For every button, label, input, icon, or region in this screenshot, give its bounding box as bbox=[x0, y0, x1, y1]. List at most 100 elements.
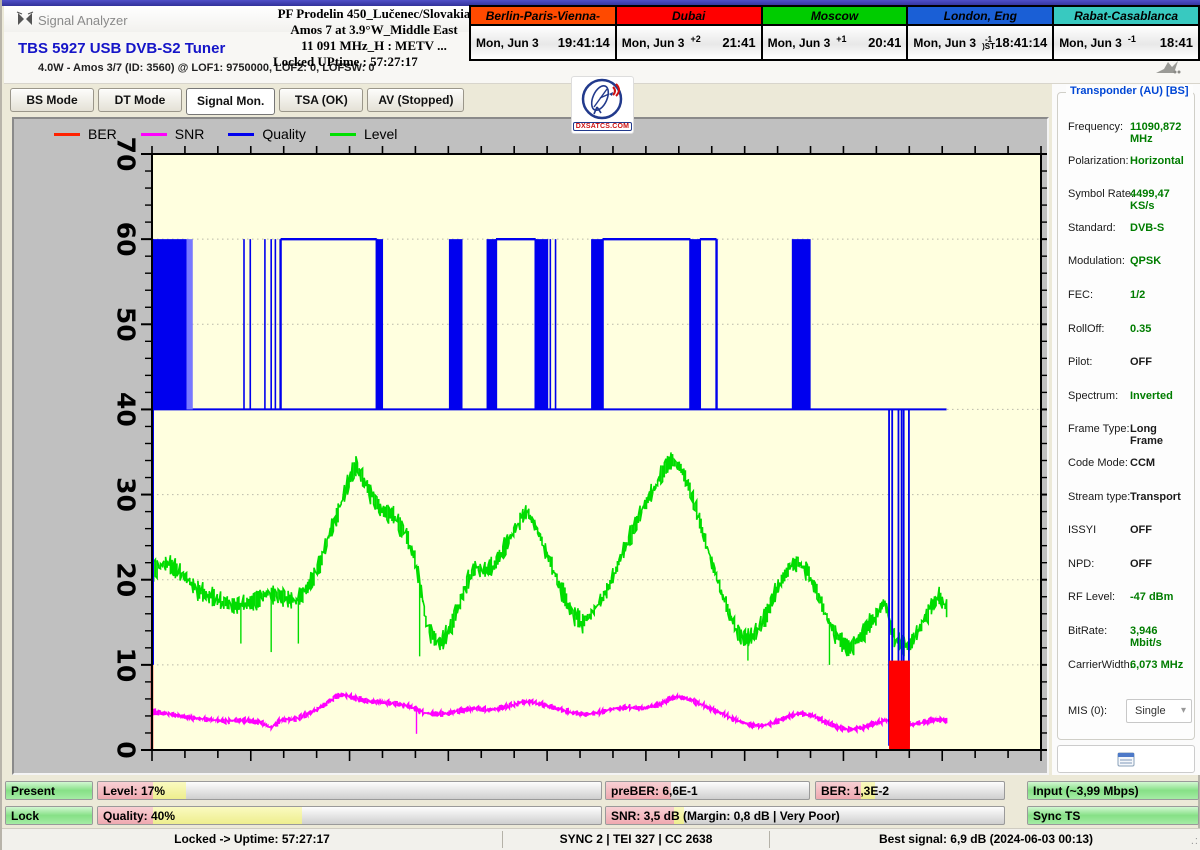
transponder-value: OFF bbox=[1130, 356, 1152, 368]
meter-label: Level: 17% bbox=[103, 784, 165, 798]
list-panel-icon bbox=[1117, 752, 1135, 767]
transponder-label: Frame Type: bbox=[1068, 423, 1130, 435]
clock-city: London, Eng bbox=[908, 7, 1052, 26]
meter-label: Input (~3,99 Mbps) bbox=[1033, 784, 1139, 798]
clock-time: 21:41 bbox=[722, 35, 755, 50]
transponder-value: 4499,47 KS/s bbox=[1130, 188, 1188, 212]
transponder-row: Modulation:QPSK bbox=[1068, 255, 1188, 267]
transponder-label: CarrierWidth: bbox=[1068, 659, 1133, 671]
svg-text:50: 50 bbox=[112, 307, 141, 342]
transponder-row: FEC: 1/2 bbox=[1068, 289, 1188, 301]
signal-chart-widget: BERSNRQualityLevel 010203040506070 bbox=[12, 117, 1049, 775]
meter-label: BER: 1,3E-2 bbox=[821, 784, 889, 798]
transponder-value: DVB-S bbox=[1130, 222, 1164, 234]
transponder-value: Horizontal bbox=[1130, 155, 1184, 167]
transponder-row: CarrierWidth:6,073 MHz bbox=[1068, 659, 1188, 671]
clock-date: Mon, Jun 3 bbox=[768, 36, 831, 50]
transponder-label: Symbol Rate: bbox=[1068, 188, 1134, 200]
svg-text:60: 60 bbox=[112, 222, 141, 257]
meter-fill-yellow bbox=[153, 807, 301, 824]
transponder-value: 1/2 bbox=[1130, 289, 1145, 301]
transponder-label: Standard: bbox=[1068, 222, 1116, 234]
meter-lock: Lock bbox=[5, 806, 93, 825]
transponder-value: 3,946 Mbit/s bbox=[1130, 625, 1188, 649]
mis-label: MIS (0): bbox=[1068, 705, 1107, 717]
transponder-title: Transponder (AU) [BS] bbox=[1066, 85, 1193, 97]
tab-av-stopped[interactable]: AV (Stopped) bbox=[367, 88, 464, 112]
transponder-value: OFF bbox=[1130, 524, 1152, 536]
meter-quality: Quality: 40% bbox=[97, 806, 602, 825]
transponder-label: Code Mode: bbox=[1068, 457, 1128, 469]
transponder-value: 0.35 bbox=[1130, 323, 1151, 335]
transponder-label: FEC: bbox=[1068, 289, 1093, 301]
clock-time-row: Mon, Jun 319:41:14 bbox=[471, 26, 615, 59]
transponder-value: 11090,872 MHz bbox=[1130, 121, 1188, 145]
logo-text: DXSATCS.COM bbox=[573, 122, 632, 131]
mis-row: MIS (0): Single ▾ bbox=[1068, 705, 1190, 717]
transponder-label: BitRate: bbox=[1068, 625, 1107, 637]
transponder-value: CCM bbox=[1130, 457, 1155, 469]
meter-present: Present bbox=[5, 781, 93, 800]
world-clocks: Berlin-Paris-Vienna-RomaMon, Jun 319:41:… bbox=[469, 5, 1200, 61]
corner-hand-icon bbox=[1152, 57, 1182, 82]
clock-time-row: Mon, Jun 3+120:41 bbox=[763, 26, 907, 59]
transponder-label: Frequency: bbox=[1068, 121, 1123, 133]
svg-text:40: 40 bbox=[112, 392, 141, 427]
clock-cell: Berlin-Paris-Vienna-RomaMon, Jun 319:41:… bbox=[471, 7, 617, 59]
meter-preber: preBER: 6,6E-1 bbox=[605, 781, 810, 800]
clock-city: Berlin-Paris-Vienna-Roma bbox=[471, 7, 615, 26]
transponder-value: OFF bbox=[1130, 558, 1152, 570]
clock-cell: Rabat-CasablancaMon, Jun 3-118:41 bbox=[1054, 7, 1198, 59]
transponder-value: 6,073 MHz bbox=[1130, 659, 1183, 671]
transponder-label: NPD: bbox=[1068, 558, 1094, 570]
statusbar-sync-info: SYNC 2 | TEI 327 | CC 2638 bbox=[503, 829, 769, 850]
meter-label: preBER: 6,6E-1 bbox=[611, 784, 698, 798]
clock-utc-offset: +1 bbox=[836, 34, 846, 44]
tab-tsa-ok[interactable]: TSA (OK) bbox=[279, 88, 363, 112]
mis-select[interactable]: Single ▾ bbox=[1126, 699, 1192, 723]
transponder-label: Stream type: bbox=[1068, 491, 1130, 503]
transponder-row: Code Mode:CCM bbox=[1068, 457, 1188, 469]
transponder-row: Stream type:Transport bbox=[1068, 491, 1188, 503]
clock-date: Mon, Jun 3 bbox=[913, 36, 976, 50]
resize-grip[interactable]: .: bbox=[1191, 835, 1199, 847]
tab-dt-mode[interactable]: DT Mode bbox=[98, 88, 182, 112]
transponder-value: QPSK bbox=[1130, 255, 1161, 267]
window-title: Signal Analyzer bbox=[38, 13, 128, 28]
svg-text:20: 20 bbox=[112, 562, 141, 597]
transponder-value: Long Frame bbox=[1130, 423, 1188, 447]
transponder-row: Polarization:Horizontal bbox=[1068, 155, 1188, 167]
meter-label: Sync TS bbox=[1033, 809, 1080, 823]
transponder-row: NPD: OFF bbox=[1068, 558, 1188, 570]
transponder-label: RollOff: bbox=[1068, 323, 1104, 335]
clock-time: 18:41 bbox=[1160, 35, 1193, 50]
transponder-sidebar: Transponder (AU) [BS] Frequency: 11090,87… bbox=[1052, 84, 1200, 775]
mode-tabs: BS ModeDT ModeSignal Mon.TSA (OK)AV (Sto… bbox=[10, 88, 464, 114]
transponder-value: -47 dBm bbox=[1130, 591, 1173, 603]
clock-utc-offset: +2 bbox=[690, 34, 700, 44]
transponder-row: Frame Type:Long Frame bbox=[1068, 423, 1188, 435]
stream-list-button[interactable] bbox=[1057, 745, 1195, 773]
clock-city: Rabat-Casablanca bbox=[1054, 7, 1198, 26]
status-bar: Locked -> Uptime: 57:27:17 SYNC 2 | TEI … bbox=[2, 828, 1200, 850]
transponder-row: BitRate:3,946 Mbit/s bbox=[1068, 625, 1188, 637]
chevron-down-icon: ▾ bbox=[1181, 700, 1186, 722]
site-info-line: Locked UPtime : 57:27:17 bbox=[269, 54, 479, 70]
tab-signal-mon[interactable]: Signal Mon. bbox=[186, 88, 275, 115]
svg-text:10: 10 bbox=[112, 647, 141, 682]
clock-date: Mon, Jun 3 bbox=[476, 36, 539, 50]
transponder-value: Transport bbox=[1130, 491, 1181, 503]
transponder-row: Spectrum:Inverted bbox=[1068, 390, 1188, 402]
transponder-label: ISSYI bbox=[1068, 524, 1096, 536]
transponder-value: Inverted bbox=[1130, 390, 1173, 402]
tab-bs-mode[interactable]: BS Mode bbox=[10, 88, 94, 112]
statusbar-lock-uptime: Locked -> Uptime: 57:27:17 bbox=[2, 829, 502, 850]
clock-date: Mon, Jun 3 bbox=[1059, 36, 1122, 50]
tuner-title: TBS 5927 USB DVB-S2 Tuner bbox=[18, 40, 225, 57]
svg-text:70: 70 bbox=[112, 137, 141, 172]
signal-analyzer-window: Signal Analyzer TBS 5927 USB DVB-S2 Tune… bbox=[0, 0, 1200, 850]
meter-label: Lock bbox=[11, 809, 39, 823]
transponder-row: ISSYI OFF bbox=[1068, 524, 1188, 536]
transponder-row: Pilot:OFF bbox=[1068, 356, 1188, 368]
site-info-line: PF Prodelin 450_Lučenec/Slovakia bbox=[269, 6, 479, 22]
